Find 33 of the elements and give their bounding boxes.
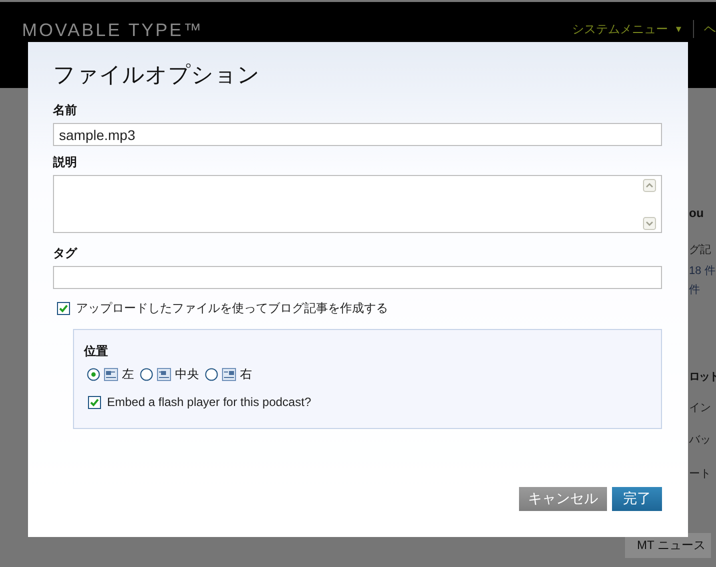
cancel-button[interactable]: キャンセル: [519, 487, 607, 511]
image-align-icon: [104, 368, 118, 381]
checkbox[interactable]: [57, 302, 70, 315]
image-align-icon: [222, 368, 236, 381]
checkbox[interactable]: [88, 396, 101, 408]
input-field[interactable]: sample.mp3: [53, 123, 662, 146]
caret-icon[interactable]: ▼: [674, 24, 683, 34]
dialog-title: ファイルオプション: [53, 61, 261, 89]
sidebar-text: 18 件: [689, 264, 716, 278]
help-menu[interactable]: ヘ: [704, 20, 716, 38]
radio-button[interactable]: [140, 368, 153, 381]
logo: MOVABLE TYPE™: [22, 20, 204, 41]
field-label: タグ: [53, 245, 78, 262]
sidebar-text: グ記: [689, 243, 712, 257]
input-field[interactable]: [53, 266, 662, 289]
field-label: 名前: [53, 102, 78, 119]
sidebar-text: ート: [689, 467, 712, 481]
sidebar-text: バッ: [689, 433, 712, 447]
sidebar-text: 件: [689, 283, 701, 297]
radio-label: 右: [240, 366, 252, 383]
system-menu[interactable]: システムメニュー: [572, 20, 668, 38]
position-label: 位置: [84, 343, 109, 360]
radio-button[interactable]: [87, 368, 100, 381]
radio-label: 中央: [175, 366, 199, 383]
image-align-icon: [157, 368, 171, 381]
field-label: 説明: [53, 154, 78, 171]
radio-button[interactable]: [205, 368, 218, 381]
done-button[interactable]: 完了: [612, 487, 662, 511]
checkbox-label: アップロードしたファイルを使ってブログ記事を作成する: [76, 300, 388, 317]
sidebar-text: ou: [689, 206, 705, 220]
checkbox-label: Embed a flash player for this podcast?: [107, 395, 312, 409]
sidebar-text: イン: [689, 401, 712, 415]
radio-label: 左: [122, 366, 134, 383]
